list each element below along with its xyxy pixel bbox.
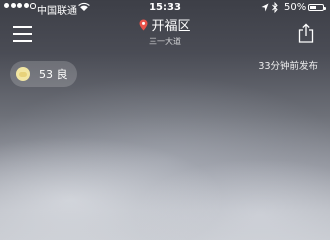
air-quality-icon: [16, 67, 30, 81]
share-icon[interactable]: [298, 23, 314, 43]
battery-percent: 50%: [284, 2, 307, 13]
city-title: 开福区: [151, 19, 191, 34]
status-time: 15:33: [149, 2, 181, 13]
aqi-value: 53 良: [39, 68, 68, 81]
district-subtitle: 三一大道: [149, 36, 181, 46]
location-pin-icon: [139, 19, 148, 30]
aqi-badge[interactable]: 53 良: [10, 61, 77, 87]
location-header[interactable]: 开福区 三一大道: [0, 15, 330, 47]
bluetooth-icon: [272, 2, 278, 13]
battery-icon: [308, 4, 326, 11]
publish-time: 33分钟前发布: [258, 61, 318, 72]
location-arrow-icon: [261, 3, 269, 12]
